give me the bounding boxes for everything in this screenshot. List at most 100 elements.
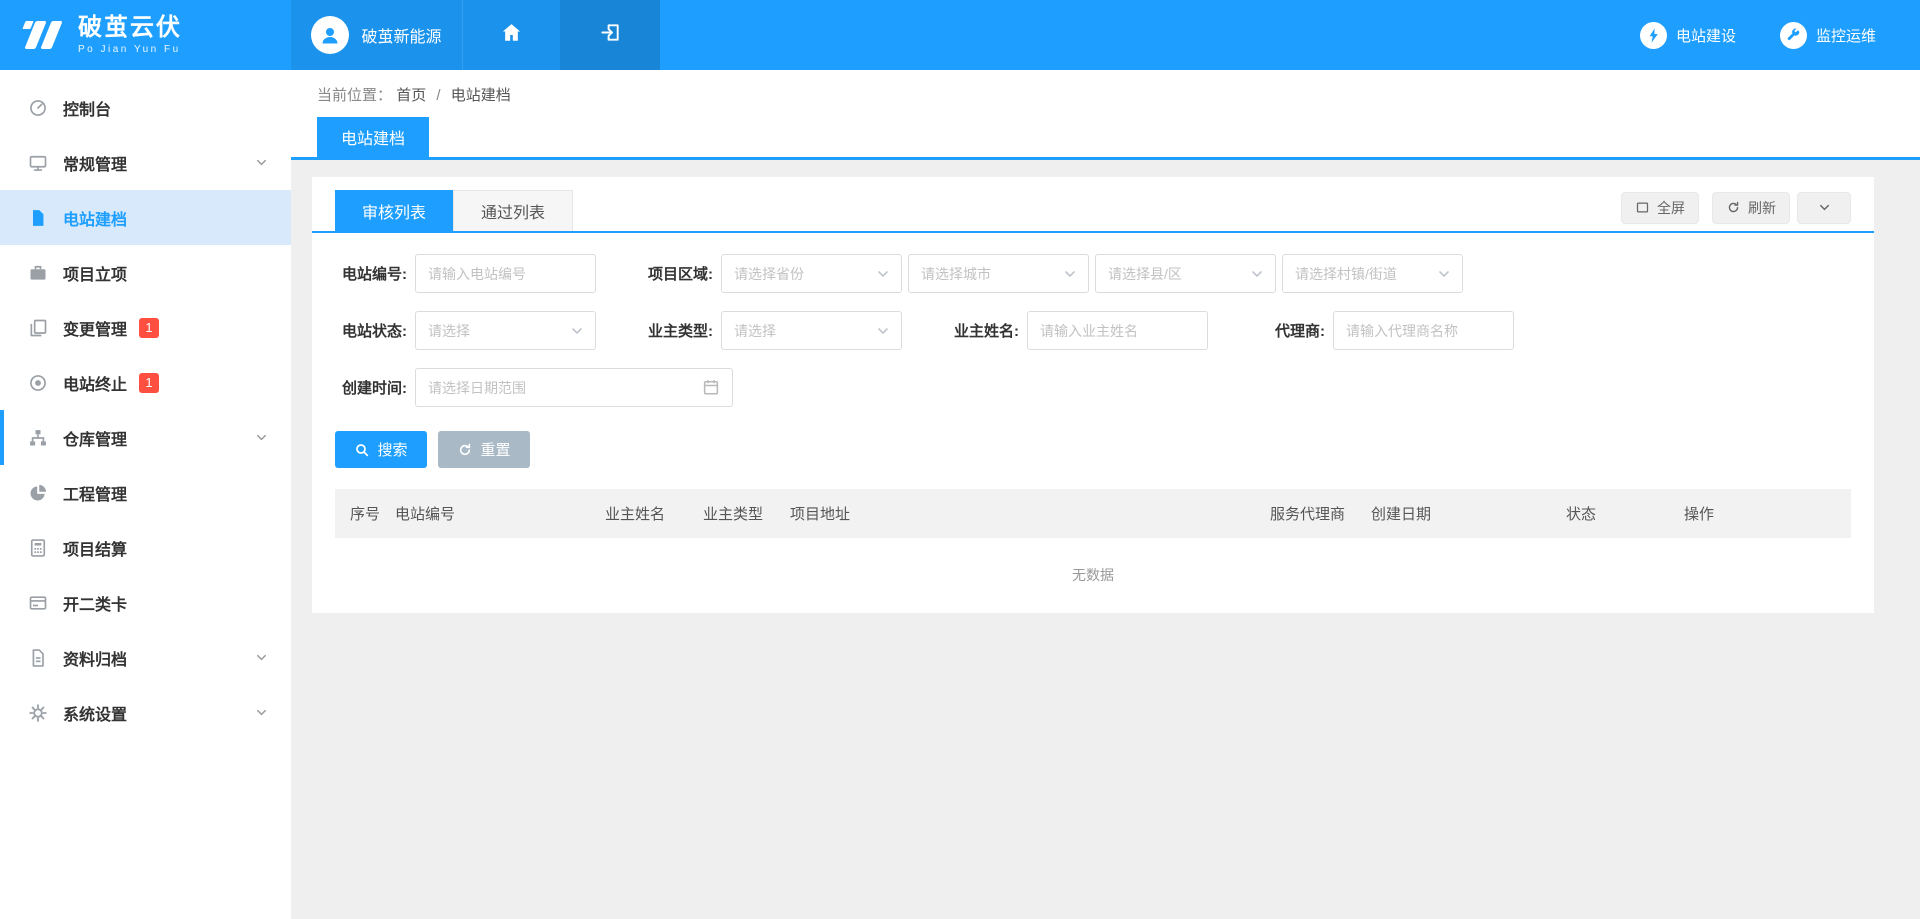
content-area: 当前位置： 首页 / 电站建档 电站建档 审核列表 通过列表 全屏 xyxy=(291,70,1920,919)
sidebar-item-data-archive[interactable]: 资料归档 xyxy=(0,630,291,685)
sidebar-item-label: 仓库管理 xyxy=(63,426,127,450)
date-range-field xyxy=(415,368,733,407)
sidebar-item-station-archive[interactable]: 电站建档 xyxy=(0,190,291,245)
home-button[interactable] xyxy=(462,0,560,70)
sidebar-item-label: 资料归档 xyxy=(63,646,127,670)
notification-badge: 1 xyxy=(139,373,159,393)
sidebar-item-project-settlement[interactable]: 项目结算 xyxy=(0,520,291,575)
panel-tools: 全屏 刷新 xyxy=(1621,192,1851,230)
top-strip: 当前位置： 首页 / 电站建档 电站建档 xyxy=(291,70,1920,160)
column-header: 电站编号 xyxy=(395,503,605,524)
city-select[interactable]: 请选择城市 xyxy=(908,254,1089,293)
sidebar-item-label: 开二类卡 xyxy=(63,591,127,615)
chevron-down-icon xyxy=(875,323,891,339)
fullscreen-icon xyxy=(1635,200,1650,215)
sidebar-item-project-initiation[interactable]: 项目立项 xyxy=(0,245,291,300)
owner-type-select[interactable]: 请选择 xyxy=(721,311,902,350)
avatar xyxy=(311,16,349,54)
province-select[interactable]: 请选择省份 xyxy=(721,254,902,293)
sidebar-item-label: 系统设置 xyxy=(63,701,127,725)
card-icon xyxy=(28,593,48,613)
tab-review-list[interactable]: 审核列表 xyxy=(335,190,453,231)
lightning-icon xyxy=(1640,22,1667,49)
sidebar-item-dashboard[interactable]: 控制台 xyxy=(0,80,291,135)
logo-title: 破茧云伏 xyxy=(78,15,182,41)
search-label: 搜索 xyxy=(377,439,407,460)
collapse-button[interactable] xyxy=(1797,192,1851,224)
refresh-label: 刷新 xyxy=(1748,198,1776,218)
tab-passed-list[interactable]: 通过列表 xyxy=(453,190,573,231)
refresh-button[interactable]: 刷新 xyxy=(1712,192,1790,224)
station-status-select[interactable]: 请选择 xyxy=(415,311,596,350)
station-status-placeholder: 请选择 xyxy=(428,321,569,341)
owner-type-placeholder: 请选择 xyxy=(734,321,875,341)
logout-button[interactable] xyxy=(560,0,660,70)
nav-station-build[interactable]: 电站建设 xyxy=(1640,0,1736,70)
chevron-down-icon xyxy=(1436,266,1452,282)
reset-button[interactable]: 重置 xyxy=(438,431,530,468)
breadcrumb-separator: / xyxy=(436,87,440,104)
station-no-input[interactable] xyxy=(415,254,596,293)
field-created-time: 创建时间: xyxy=(335,368,733,407)
column-header: 状态 xyxy=(1566,503,1684,524)
search-button[interactable]: 搜索 xyxy=(335,431,427,468)
chevron-down-icon xyxy=(1249,266,1265,282)
filter-panel: 审核列表 通过列表 全屏 刷新 xyxy=(312,177,1874,613)
nav-monitor-ops[interactable]: 监控运维 xyxy=(1780,0,1876,70)
city-placeholder: 请选择城市 xyxy=(921,264,1062,284)
county-select[interactable]: 请选择县/区 xyxy=(1095,254,1276,293)
chevron-down-icon xyxy=(1062,266,1078,282)
document-icon xyxy=(28,648,48,668)
calendar-icon[interactable] xyxy=(702,378,720,396)
header-spacer xyxy=(660,0,1640,70)
date-range-input[interactable] xyxy=(415,368,733,407)
field-station-status: 电站状态: 请选择 xyxy=(335,311,596,350)
sidebar-item-label: 变更管理 xyxy=(63,316,127,340)
field-agent: 代理商: xyxy=(1253,311,1514,350)
sidebar-item-general-mgmt[interactable]: 常规管理 xyxy=(0,135,291,190)
agent-label: 代理商: xyxy=(1253,320,1325,341)
column-header: 创建日期 xyxy=(1371,503,1566,524)
sidebar-item-open-class2-card[interactable]: 开二类卡 xyxy=(0,575,291,630)
town-select[interactable]: 请选择村镇/街道 xyxy=(1282,254,1463,293)
logo-text: 破茧云伏 Po Jian Yun Fu xyxy=(78,15,182,54)
column-header: 服务代理商 xyxy=(1270,503,1371,524)
search-icon xyxy=(354,442,370,458)
fullscreen-label: 全屏 xyxy=(1657,198,1685,218)
breadcrumb: 当前位置： 首页 / 电站建档 xyxy=(291,70,1920,117)
pie-chart-icon xyxy=(28,483,48,503)
gear-icon xyxy=(28,703,48,723)
fullscreen-button[interactable]: 全屏 xyxy=(1621,192,1699,224)
page-tab-station-archive[interactable]: 电站建档 xyxy=(317,117,429,157)
owner-type-label: 业主类型: xyxy=(641,320,713,341)
monitor-icon xyxy=(28,153,48,173)
sidebar-item-change-mgmt[interactable]: 变更管理 1 xyxy=(0,300,291,355)
sidebar-item-label: 项目立项 xyxy=(63,261,127,285)
file-icon xyxy=(28,208,48,228)
sidebar-item-label: 项目结算 xyxy=(63,536,127,560)
action-buttons: 搜索 重置 xyxy=(312,407,1874,468)
table-header: 序号 电站编号 业主姓名 业主类型 项目地址 服务代理商 创建日期 状态 操作 xyxy=(335,489,1851,538)
logo-icon xyxy=(22,17,66,53)
column-header: 业主类型 xyxy=(703,503,790,524)
column-header: 项目地址 xyxy=(790,503,1270,524)
sidebar-item-warehouse-mgmt[interactable]: 仓库管理 xyxy=(0,410,291,465)
user-menu[interactable]: 破茧新能源 xyxy=(291,0,462,70)
breadcrumb-home-link[interactable]: 首页 xyxy=(396,87,426,104)
sidebar-item-station-termination[interactable]: 电站终止 1 xyxy=(0,355,291,410)
logo[interactable]: 破茧云伏 Po Jian Yun Fu xyxy=(0,0,291,70)
reset-label: 重置 xyxy=(480,439,510,460)
agent-input[interactable] xyxy=(1333,311,1514,350)
sidebar-item-system-settings[interactable]: 系统设置 xyxy=(0,685,291,740)
person-icon xyxy=(318,23,342,47)
filter-row-1: 电站编号: 项目区域: 请选择省份 请选择城市 xyxy=(335,254,1851,293)
filters: 电站编号: 项目区域: 请选择省份 请选择城市 xyxy=(312,254,1874,407)
refresh-icon xyxy=(1726,200,1741,215)
chevron-down-icon xyxy=(254,705,269,720)
column-header: 业主姓名 xyxy=(605,503,703,524)
chevron-down-icon xyxy=(569,323,585,339)
sidebar-item-engineering-mgmt[interactable]: 工程管理 xyxy=(0,465,291,520)
owner-name-input[interactable] xyxy=(1027,311,1208,350)
created-time-label: 创建时间: xyxy=(335,377,407,398)
county-placeholder: 请选择县/区 xyxy=(1108,264,1249,284)
